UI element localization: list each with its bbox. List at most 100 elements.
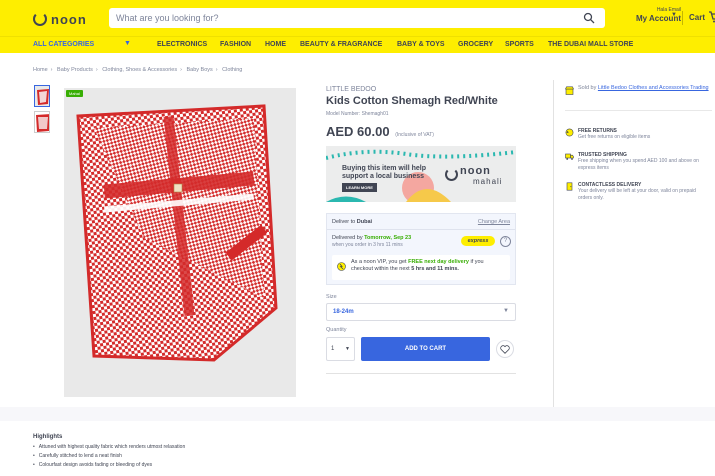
logo-text: noon [51,11,87,27]
search-input[interactable] [109,8,579,28]
breadcrumb-item[interactable]: Clothing [222,67,242,73]
cart-label: Cart [689,12,706,22]
nav-sports[interactable]: SPORTS [505,41,534,48]
delivery-date: Tomorrow, Sep 23 [364,235,412,241]
seller-link[interactable]: Little Bedoo Clothes and Accessories Tra… [598,85,709,91]
feature-desc: Get free returns on eligible items [578,134,651,140]
breadcrumb-separator: › [180,67,182,73]
chevron-down-icon: ▼ [503,308,509,314]
section-divider-band [0,407,715,421]
noon-mahali-logo-bottom: mahali [473,177,503,186]
delivery-divider [327,229,515,230]
chevron-down-icon[interactable]: ▼ [671,12,677,18]
column-divider [553,80,554,407]
nav-electronics[interactable]: ELECTRONICS [157,41,207,48]
info-divider [326,373,516,374]
return-icon [565,128,574,137]
vip-prefix: As a noon VIP, you get [351,259,407,265]
list-item: Attuned with highest quality fabric whic… [33,443,185,452]
store-icon [565,86,574,95]
search-icon[interactable] [583,12,595,24]
truck-icon [565,153,574,160]
quantity-select[interactable]: 1 ▼ [326,337,355,361]
shemagh-thumbnail-image [35,86,49,106]
nav-home[interactable]: HOME [265,41,286,48]
cart-icon [709,11,715,23]
vip-notice: As a noon VIP, you get FREE next day del… [332,255,510,280]
product-title: Kids Cotton Shemagh Red/White [326,95,498,107]
sold-by: Sold by Little Bedoo Clothes and Accesso… [578,85,712,92]
breadcrumb-separator: › [50,67,53,73]
deliver-to-prefix: Deliver to [332,219,356,225]
list-item: Colourfast design avoids fading or bleed… [33,461,185,470]
noon-logo[interactable]: noon [33,10,87,28]
noon-mahali-logo-icon [445,168,458,181]
deliver-to-city: Dubai [356,219,373,225]
thumbnail-1[interactable] [34,85,50,107]
quantity-label: Quantity [326,327,347,333]
category-nav: ALL CATEGORIES ▼ ELECTRONICS FASHION HOM… [0,36,715,53]
search-bar [109,8,605,28]
highlights-list: Attuned with highest quality fabric whic… [33,443,185,470]
express-label: express [467,238,489,244]
chevron-down-icon[interactable]: ▼ [124,40,131,47]
vip-highlight: FREE next day delivery [408,259,469,265]
nav-grocery[interactable]: GROCERY [458,41,493,48]
learn-more-button[interactable]: LEARN MORE [342,183,377,192]
model-number: Model Number: Shemagh01 [326,111,389,117]
delivered-by: Delivered by Tomorrow, Sep 23 [332,235,411,241]
door-icon [566,182,573,191]
nav-beauty-fragrance[interactable]: BEAUTY & FRAGRANCE [300,41,382,48]
breadcrumb-item[interactable]: Home [33,67,48,73]
product-main-image[interactable] [64,88,296,397]
order-countdown: when you order in 3 hrs 11 mins [332,242,403,248]
size-select[interactable]: 18-24m ▼ [326,303,516,321]
header-divider [682,11,683,25]
feature-desc: Free shipping when you spend AED 100 and… [578,158,699,171]
mahal-badge: Mahal [66,90,83,97]
delivered-by-prefix: Delivered by [332,235,363,241]
vip-text: As a noon VIP, you get FREE next day del… [351,259,506,273]
breadcrumb-item[interactable]: Baby Boys [186,67,212,73]
size-value: 18-24m [333,309,354,315]
noon-mahali-logo-top: noon [460,165,491,177]
nav-fashion[interactable]: FASHION [220,41,251,48]
shemagh-thumbnail-image [35,112,49,132]
banner-text: Buying this item will help support a loc… [342,165,427,180]
wishlist-button[interactable] [496,340,514,358]
quantity-value: 1 [331,346,335,352]
breadcrumb-separator: › [215,67,218,73]
price-vat-note: (Inclusive of VAT) [395,132,434,138]
add-to-cart-button[interactable]: ADD TO CART [361,337,490,361]
shemagh-product-image [64,88,296,397]
size-label: Size [326,294,337,300]
right-divider [565,110,712,111]
breadcrumb-separator: › [95,67,98,73]
help-icon[interactable]: ? [500,236,511,247]
sold-by-prefix: Sold by [578,85,597,91]
delivery-box: Deliver to Dubai Change Area Delivered b… [326,213,516,285]
price-value: AED 60.00 [326,124,390,139]
top-bar: noon Hala Email My Account ▼ Cart [0,0,715,36]
chevron-down-icon: ▼ [345,346,350,352]
breadcrumb-item[interactable]: Baby Products [57,67,93,73]
express-badge: express [461,236,495,246]
nav-dubai-mall-store[interactable]: THE DUBAI MALL STORE [548,41,633,48]
change-area-link[interactable]: Change Area [478,219,510,225]
product-brand[interactable]: LITTLE BEDOO [326,86,376,93]
breadcrumb: Home › Baby Products › Clothing, Shoes & A… [33,67,242,73]
list-item: Carefully stitched to lend a neat finish [33,452,185,461]
breadcrumb-item[interactable]: Clothing, Shoes & Accessories [102,67,177,73]
local-business-banner[interactable]: Buying this item will help support a loc… [326,146,516,202]
nav-all-categories[interactable]: ALL CATEGORIES [33,41,94,48]
vip-time: 5 hrs and 11 mins. [411,266,459,272]
logo-mark-icon [33,12,47,26]
highlights-title: Highlights [33,434,63,440]
feature-desc: Your delivery will be left at your door,… [578,188,696,201]
vip-icon [337,262,346,271]
nav-baby-toys[interactable]: BABY & TOYS [397,41,445,48]
thumbnail-2[interactable] [34,111,50,133]
heart-icon [500,344,510,354]
product-price: AED 60.00 (Inclusive of VAT) [326,124,434,139]
cart-button[interactable]: Cart [689,11,715,23]
